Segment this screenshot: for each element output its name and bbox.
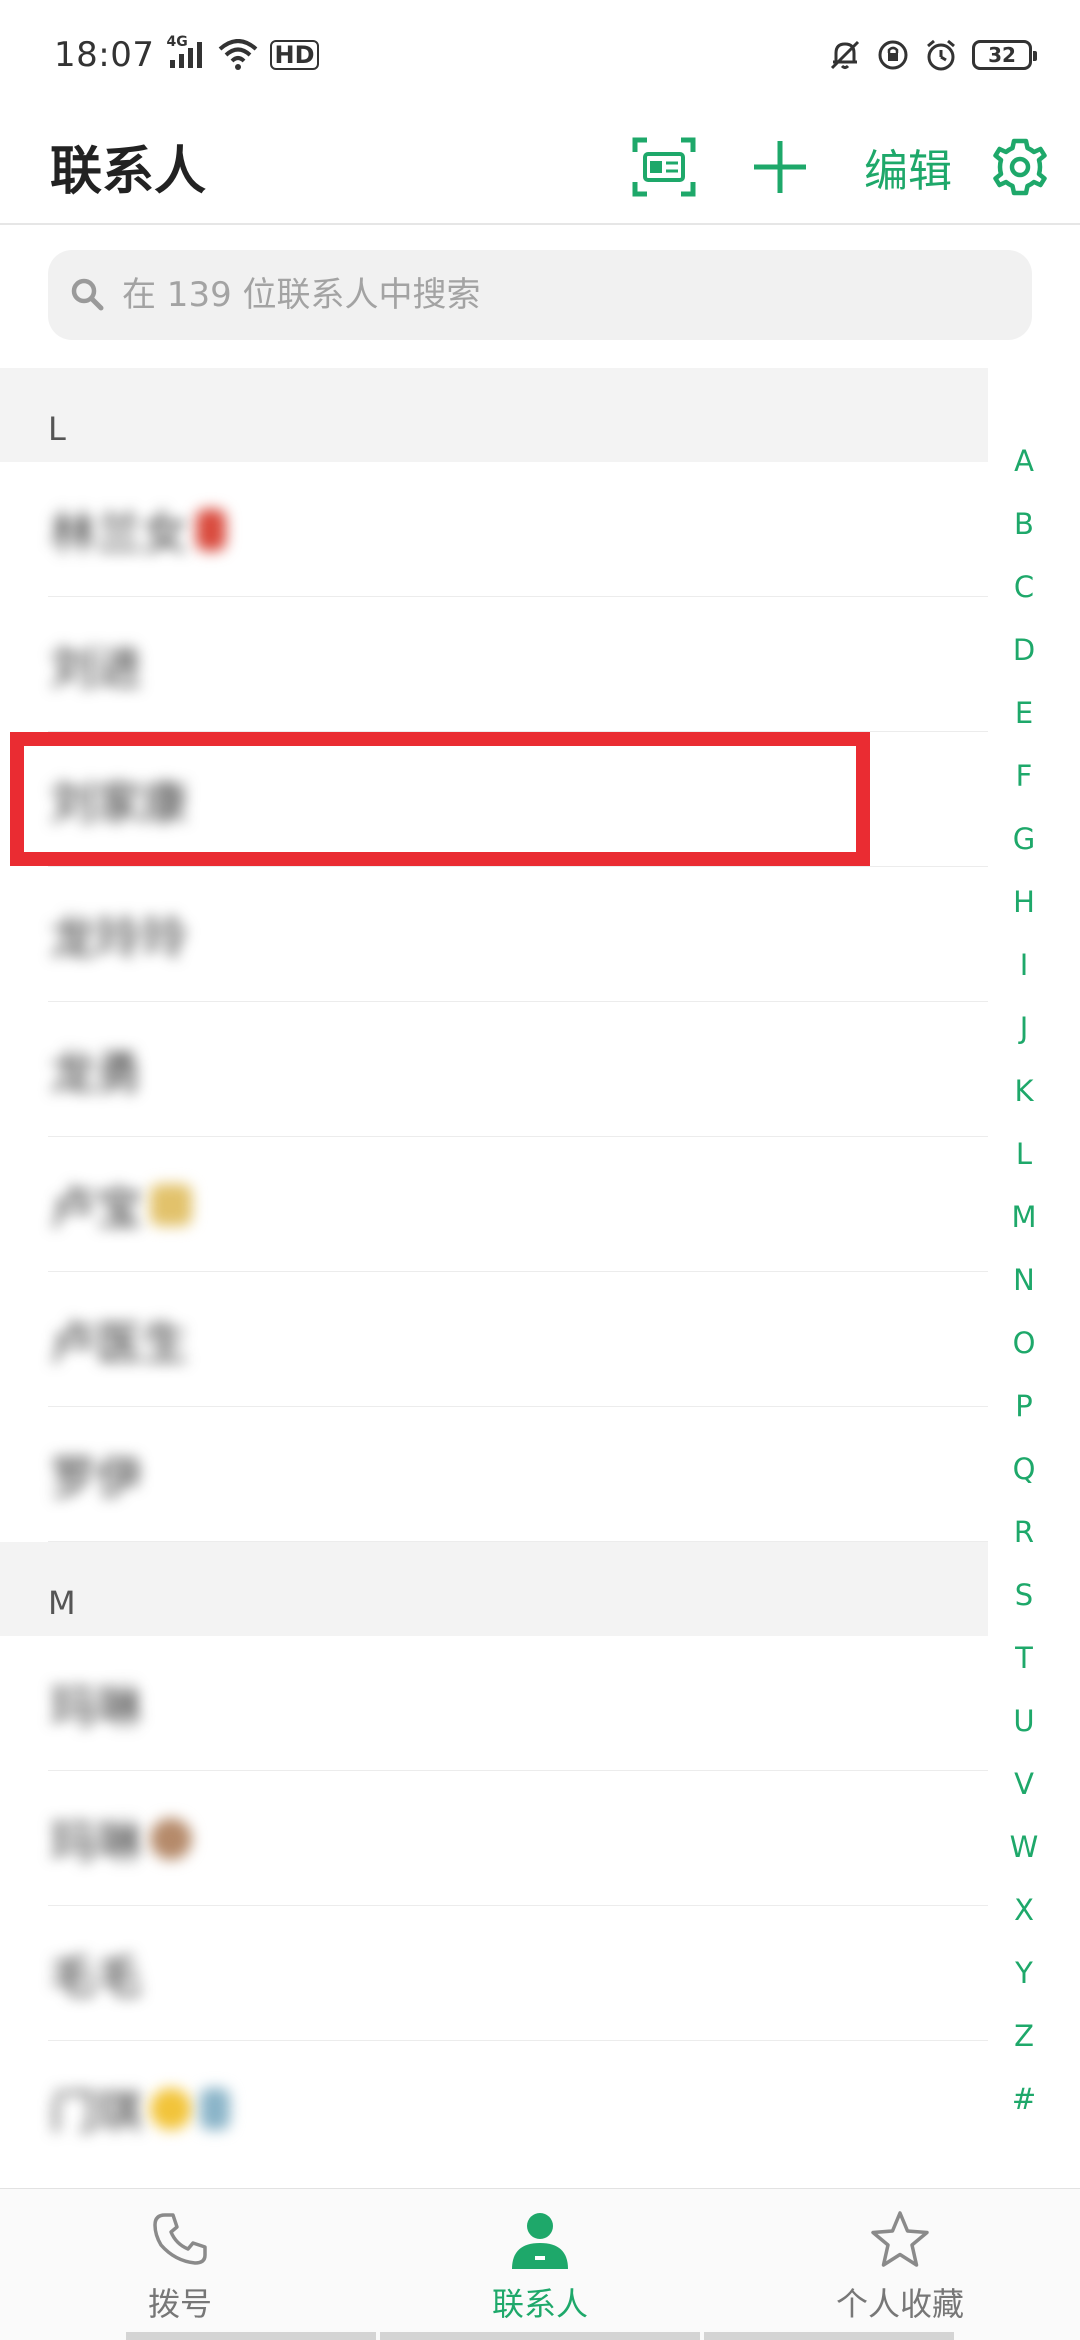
section-header-l: L <box>0 368 988 462</box>
star-icon <box>871 2211 929 2267</box>
contact-name: 玛琳 <box>50 1679 142 1734</box>
nav-dial-label: 拨号 <box>147 2285 212 2323</box>
status-time: 18:07 <box>54 35 155 75</box>
alpha-index-letter[interactable]: I <box>988 934 1060 997</box>
alpha-index-letter[interactable]: G <box>988 808 1060 871</box>
hd-icon: HD <box>270 40 319 70</box>
home-indicator <box>126 2332 376 2340</box>
emoji-icon <box>150 1183 192 1226</box>
alpha-index-letter[interactable]: X <box>988 1879 1060 1942</box>
contact-row[interactable]: 龙玲玲 <box>0 867 988 1002</box>
search-input[interactable] <box>120 274 980 316</box>
contact-row[interactable]: 龙勇 <box>0 1002 988 1137</box>
page-title: 联系人 <box>50 142 207 202</box>
signal-4g-icon: 4G <box>166 34 206 70</box>
home-indicator <box>380 2332 700 2340</box>
nav-favorites[interactable]: 个人收藏 <box>720 2189 1080 2340</box>
alpha-index-letter[interactable]: H <box>988 871 1060 934</box>
alphabet-index[interactable]: A B C D E F G H I J K L M N O P Q R S T U V W X Y Z # <box>988 430 1060 2131</box>
alpha-index-letter[interactable]: B <box>988 493 1060 556</box>
contact-row[interactable]: 卢医生 <box>0 1272 988 1407</box>
nav-contacts-label: 联系人 <box>491 2285 588 2323</box>
status-right: 32 <box>828 38 1037 72</box>
alpha-index-letter[interactable]: F <box>988 745 1060 808</box>
contact-row[interactable]: 刘进 <box>0 597 988 732</box>
alpha-index-letter[interactable]: Z <box>988 2005 1060 2068</box>
home-indicator <box>704 2332 954 2340</box>
contact-name: 刘家康 <box>50 775 188 830</box>
alpha-index-letter[interactable]: C <box>988 556 1060 619</box>
alpha-index-letter[interactable]: V <box>988 1753 1060 1816</box>
scan-card-icon <box>632 137 696 196</box>
section-header-m: M <box>0 1542 988 1636</box>
bell-mute-icon <box>828 38 862 72</box>
gear-icon <box>993 138 1047 195</box>
alpha-index-letter[interactable]: N <box>988 1249 1060 1312</box>
contact-name: 林兰女 <box>50 505 188 560</box>
alpha-index-letter[interactable]: K <box>988 1060 1060 1123</box>
nav-contacts[interactable]: 联系人 <box>360 2189 720 2340</box>
alpha-index-letter[interactable]: # <box>988 2068 1060 2131</box>
contact-name: 卢医生 <box>50 1315 188 1370</box>
header: 联系人 编辑 <box>0 110 1080 225</box>
settings-button[interactable] <box>988 117 1052 217</box>
contact-name: 玛琳 <box>50 1814 142 1869</box>
alpha-index-letter[interactable]: E <box>988 682 1060 745</box>
person-icon <box>512 2213 568 2269</box>
contact-name: 卢宝 <box>50 1180 142 1235</box>
alpha-index-letter[interactable]: W <box>988 1816 1060 1879</box>
rotation-lock-icon <box>876 38 910 72</box>
wifi-icon <box>218 39 258 71</box>
alpha-index-letter[interactable]: U <box>988 1690 1060 1753</box>
status-bar: 18:07 4G HD 32 <box>0 0 1080 110</box>
alpha-index-letter[interactable]: S <box>988 1564 1060 1627</box>
alpha-index-letter[interactable]: M <box>988 1186 1060 1249</box>
contact-row[interactable]: 玛琳 <box>0 1636 988 1771</box>
search-icon <box>71 278 104 311</box>
alpha-index-letter[interactable]: Y <box>988 1942 1060 2005</box>
nav-dial[interactable]: 拨号 <box>0 2189 360 2340</box>
contact-name: 龙玲玲 <box>50 910 188 965</box>
nav-favorites-label: 个人收藏 <box>835 2285 964 2323</box>
alpha-index-letter[interactable]: D <box>988 619 1060 682</box>
contact-name: 毛毛 <box>50 1949 142 2004</box>
status-left: 18:07 4G HD <box>54 34 319 75</box>
contact-list: L 林兰女 刘进 刘家康 龙玲玲 龙勇 卢宝 卢医生 罗伊 M 玛琳 玛琳 毛毛… <box>0 368 988 2176</box>
alarm-icon <box>924 38 958 72</box>
phone-icon <box>153 2213 207 2265</box>
add-contact-button[interactable] <box>748 117 812 217</box>
contact-row-highlighted[interactable]: 刘家康 <box>0 732 988 867</box>
bottom-nav: 拨号 联系人 个人收藏 <box>0 2188 1080 2340</box>
contact-name: 门琪 <box>50 2084 142 2139</box>
alpha-index-letter[interactable]: P <box>988 1375 1060 1438</box>
scan-card-button[interactable] <box>624 117 704 217</box>
search-bar[interactable] <box>48 250 1032 340</box>
alpha-index-letter[interactable]: Q <box>988 1438 1060 1501</box>
emoji-icon <box>150 1817 192 1860</box>
plus-icon <box>754 140 806 193</box>
contact-row[interactable]: 毛毛 <box>0 1906 988 2041</box>
alpha-index-letter[interactable]: A <box>988 430 1060 493</box>
contact-name: 罗伊 <box>50 1450 142 1505</box>
contact-row[interactable]: 卢宝 <box>0 1137 988 1272</box>
emoji-icon <box>150 2087 192 2130</box>
network-type: 4G <box>166 34 188 50</box>
emoji-icon <box>200 2087 230 2130</box>
alpha-index-letter[interactable]: O <box>988 1312 1060 1375</box>
contact-row[interactable]: 罗伊 <box>0 1407 988 1542</box>
contact-row[interactable]: 玛琳 <box>0 1771 988 1906</box>
alpha-index-letter[interactable]: J <box>988 997 1060 1060</box>
contact-row[interactable]: 林兰女 <box>0 462 988 597</box>
alpha-index-letter[interactable]: R <box>988 1501 1060 1564</box>
emoji-icon <box>196 508 226 551</box>
header-actions: 编辑 <box>624 117 1080 217</box>
contact-name: 龙勇 <box>50 1045 142 1100</box>
alpha-index-letter[interactable]: L <box>988 1123 1060 1186</box>
edit-button[interactable]: 编辑 <box>864 117 952 217</box>
battery-icon: 32 <box>972 40 1037 70</box>
contact-row[interactable]: 门琪 <box>0 2041 988 2176</box>
contact-name: 刘进 <box>50 640 142 695</box>
alpha-index-letter[interactable]: T <box>988 1627 1060 1690</box>
